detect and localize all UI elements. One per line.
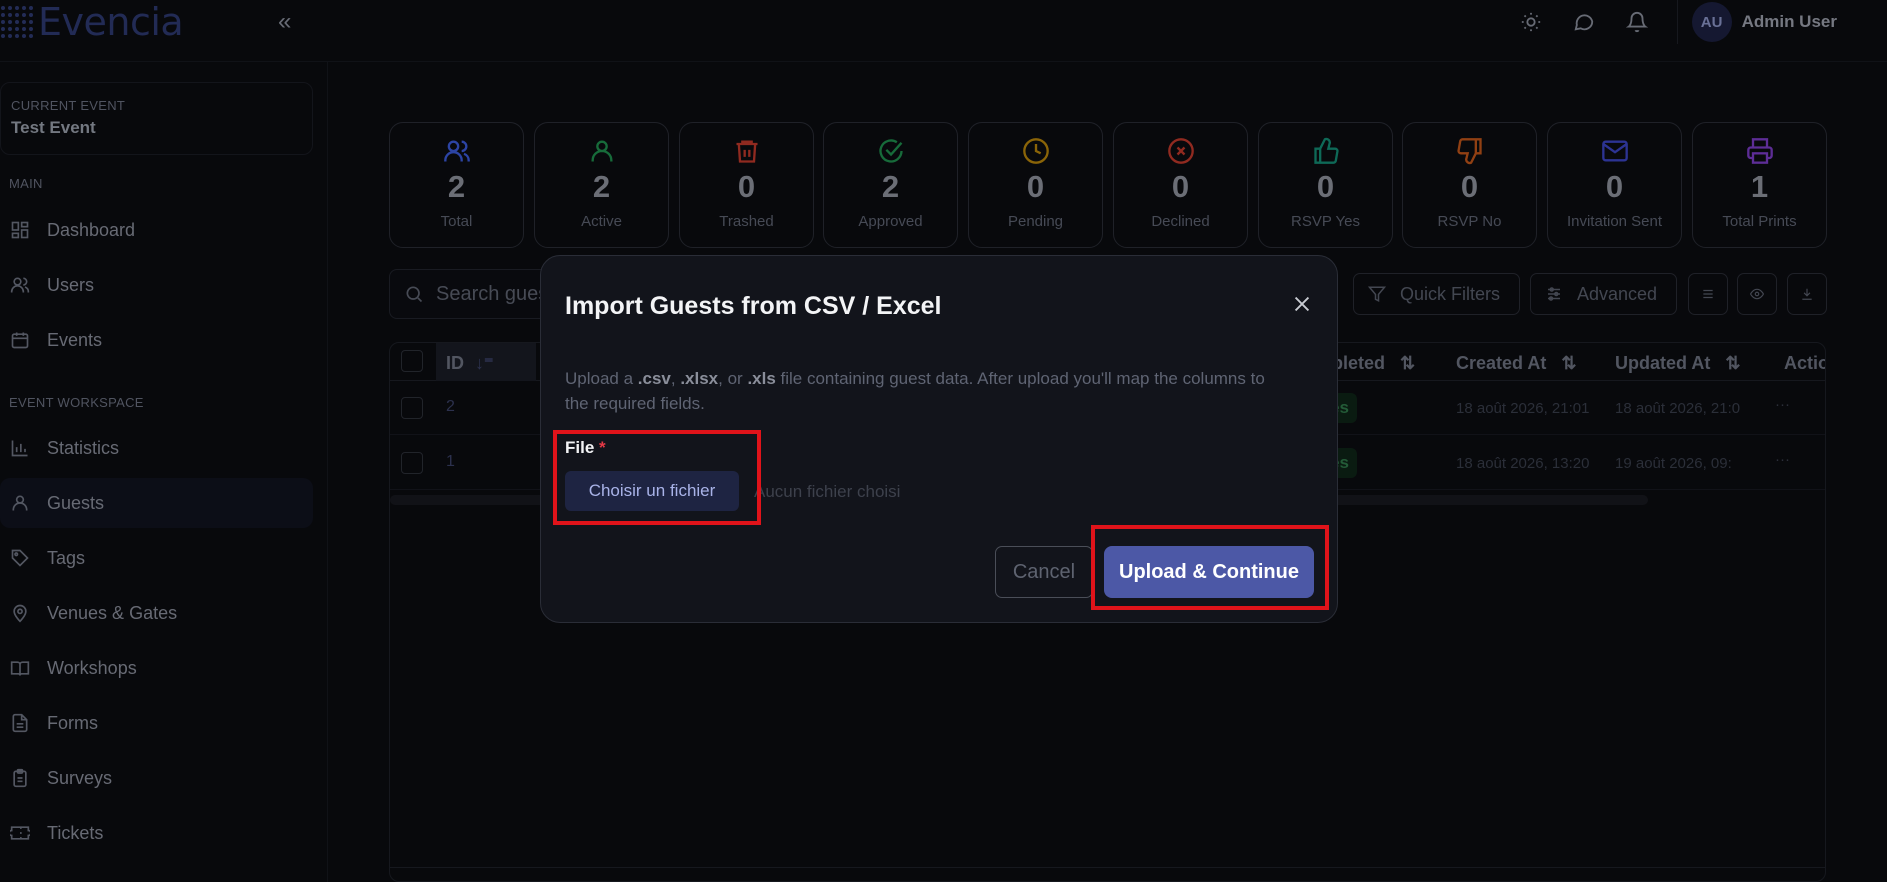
close-icon[interactable]: [1289, 291, 1315, 317]
modal-description: Upload a .csv, .xlsx, or .xls file conta…: [565, 369, 1265, 413]
no-file-chosen-text: Aucun fichier choisi: [754, 482, 901, 501]
import-guests-modal: Import Guests from CSV / Excel Upload a …: [540, 255, 1338, 623]
upload-continue-button[interactable]: Upload & Continue: [1104, 546, 1314, 598]
choose-file-button[interactable]: Choisir un fichier: [565, 471, 739, 511]
required-marker: *: [599, 438, 606, 457]
cancel-button[interactable]: Cancel: [995, 546, 1093, 598]
modal-title: Import Guests from CSV / Excel: [565, 292, 942, 320]
file-field-label: File *: [565, 438, 606, 457]
